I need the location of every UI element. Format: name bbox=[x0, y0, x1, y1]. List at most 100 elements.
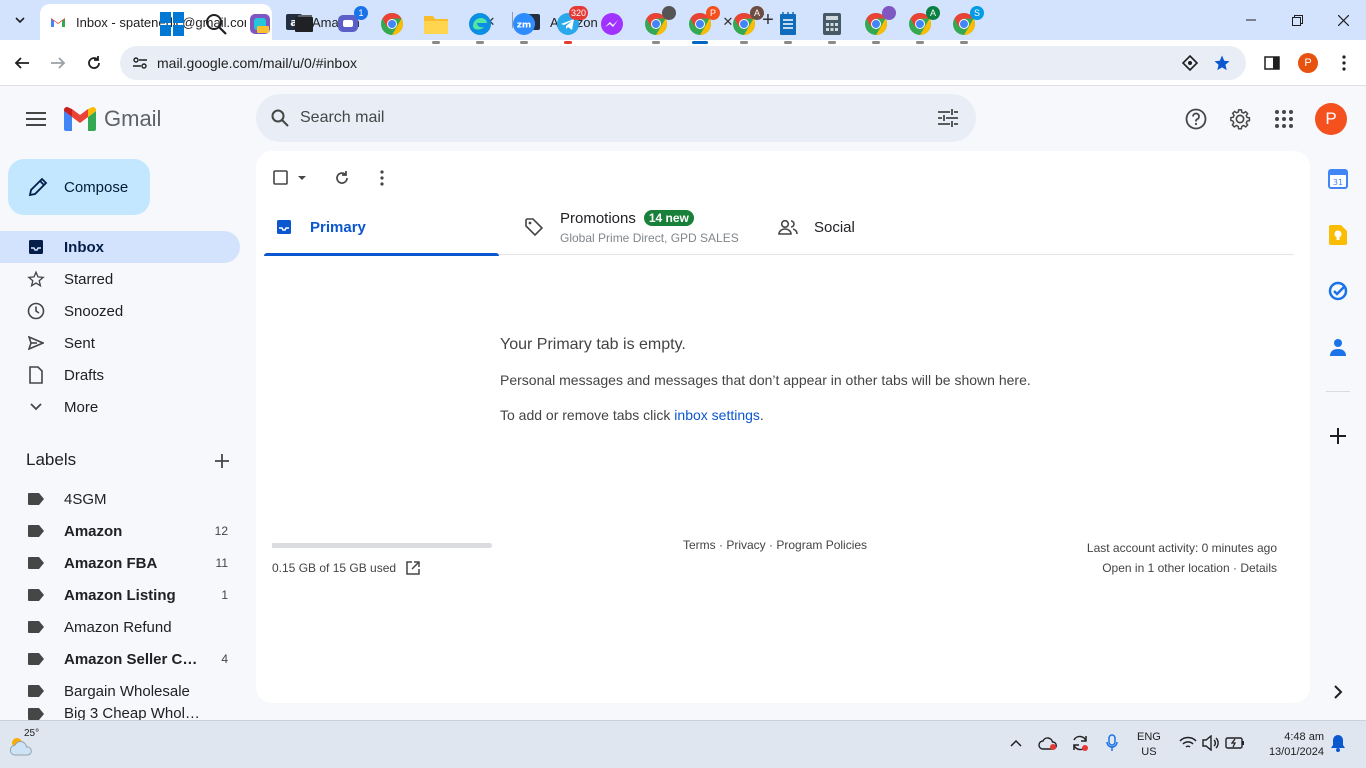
battery-charging-icon bbox=[1225, 737, 1244, 749]
label-item[interactable]: 4SGM bbox=[0, 483, 240, 515]
tab-promotions[interactable]: Promotions 14 new Global Prime Direct, G… bbox=[524, 199, 764, 255]
taskbar-chrome-profile-6[interactable]: S bbox=[948, 6, 984, 44]
label-count: 4 bbox=[221, 652, 228, 666]
tray-onedrive[interactable] bbox=[1037, 732, 1059, 754]
profile-button[interactable]: P bbox=[1296, 51, 1320, 75]
taskbar-chrome-profile-2[interactable]: P bbox=[684, 6, 720, 44]
taskbar-search-button[interactable] bbox=[200, 8, 232, 40]
search-icon bbox=[206, 14, 227, 35]
label-item[interactable]: Amazon FBA 11 bbox=[0, 547, 240, 579]
label-item[interactable]: Big 3 Cheap Wholesale bbox=[0, 707, 240, 720]
restore-button[interactable] bbox=[1274, 0, 1320, 40]
label-item[interactable]: Amazon 12 bbox=[0, 515, 240, 547]
tab-label: Social bbox=[814, 218, 855, 236]
taskbar-chrome[interactable] bbox=[376, 8, 408, 40]
input-language[interactable]: ENG US bbox=[1137, 730, 1161, 760]
gmail-logo[interactable]: Gmail bbox=[64, 106, 161, 132]
open-external-icon[interactable] bbox=[404, 559, 422, 577]
taskbar-chrome-profile-1[interactable] bbox=[640, 6, 676, 44]
search-options-icon[interactable] bbox=[936, 106, 960, 130]
label-item[interactable]: Amazon Seller Cen... 4 bbox=[0, 643, 240, 675]
arrow-right-icon bbox=[51, 57, 66, 69]
details-link[interactable]: Details bbox=[1240, 561, 1277, 575]
tray-volume[interactable] bbox=[1200, 732, 1222, 754]
address-bar[interactable]: mail.google.com/mail/u/0/#inbox bbox=[120, 46, 1246, 80]
nav-item-more[interactable]: More bbox=[0, 391, 240, 423]
taskbar-notepad[interactable] bbox=[772, 8, 804, 44]
keep-app-button[interactable] bbox=[1326, 223, 1350, 247]
tasks-app-button[interactable] bbox=[1326, 279, 1350, 303]
tray-sync[interactable] bbox=[1069, 732, 1091, 754]
side-panel-button[interactable] bbox=[1260, 51, 1284, 75]
privacy-link[interactable]: Privacy bbox=[726, 538, 765, 552]
compose-button[interactable]: Compose bbox=[8, 159, 150, 215]
browser-menu-button[interactable] bbox=[1332, 51, 1356, 75]
taskbar-copilot[interactable] bbox=[244, 8, 276, 40]
label-item[interactable]: Amazon Listing 1 bbox=[0, 579, 240, 611]
tray-microphone[interactable] bbox=[1101, 732, 1123, 754]
taskbar-chrome-profile-3[interactable]: A bbox=[728, 6, 764, 44]
google-apps-button[interactable] bbox=[1272, 107, 1296, 131]
nav-item-inbox[interactable]: Inbox bbox=[0, 231, 240, 263]
account-avatar[interactable]: P bbox=[1315, 103, 1347, 135]
nav-item-starred[interactable]: Starred bbox=[0, 263, 240, 295]
taskbar-telegram[interactable]: 320 bbox=[552, 6, 588, 44]
start-button[interactable] bbox=[156, 8, 188, 40]
get-addons-button[interactable] bbox=[1326, 424, 1350, 448]
tab-primary[interactable]: Primary bbox=[264, 199, 499, 256]
taskbar-teams[interactable]: 1 bbox=[332, 6, 368, 40]
tray-wifi[interactable] bbox=[1177, 732, 1199, 754]
tab-search-button[interactable] bbox=[6, 7, 34, 33]
search-input[interactable]: Search mail bbox=[300, 109, 384, 127]
taskbar-zoom[interactable]: zm bbox=[508, 8, 540, 44]
extension-icon[interactable] bbox=[1180, 53, 1200, 73]
taskbar-edge[interactable] bbox=[464, 8, 496, 44]
profile-badge-photo bbox=[662, 6, 676, 20]
show-side-panel-button[interactable] bbox=[1326, 680, 1350, 704]
notifications-button[interactable] bbox=[1327, 732, 1349, 754]
taskbar-file-explorer[interactable] bbox=[420, 8, 452, 44]
close-window-button[interactable] bbox=[1320, 0, 1366, 40]
taskbar-messenger[interactable] bbox=[596, 8, 628, 40]
inbox-settings-link[interactable]: inbox settings bbox=[674, 407, 760, 423]
select-all-checkbox[interactable] bbox=[268, 164, 310, 192]
nav-item-snoozed[interactable]: Snoozed bbox=[0, 295, 240, 327]
support-button[interactable] bbox=[1184, 107, 1208, 131]
search-bar[interactable]: Search mail bbox=[256, 94, 976, 142]
show-hidden-icons-button[interactable] bbox=[1005, 732, 1027, 754]
weather-widget[interactable]: 25° bbox=[8, 726, 48, 762]
label-count: 11 bbox=[215, 556, 228, 570]
label-item[interactable]: Amazon Refund bbox=[0, 611, 240, 643]
create-label-button[interactable] bbox=[210, 449, 234, 473]
taskbar-chrome-profile-5[interactable]: A bbox=[904, 6, 940, 44]
windows-taskbar bbox=[0, 720, 1366, 768]
main-menu-button[interactable] bbox=[20, 103, 52, 135]
back-button[interactable] bbox=[8, 49, 36, 77]
tray-battery[interactable] bbox=[1224, 732, 1246, 754]
taskbar-calculator[interactable] bbox=[816, 8, 848, 44]
label-name: Amazon Listing bbox=[64, 586, 176, 604]
contacts-app-button[interactable] bbox=[1326, 335, 1350, 359]
refresh-button[interactable] bbox=[328, 164, 356, 192]
nav-item-sent[interactable]: Sent bbox=[0, 327, 240, 359]
label-item[interactable]: Bargain Wholesale bbox=[0, 675, 240, 707]
apps-grid-icon bbox=[1275, 110, 1293, 128]
calendar-app-button[interactable]: 31 bbox=[1326, 167, 1350, 191]
minimize-button[interactable] bbox=[1228, 0, 1274, 40]
settings-button[interactable] bbox=[1228, 107, 1252, 131]
nav-item-drafts[interactable]: Drafts bbox=[0, 359, 240, 391]
reload-button[interactable] bbox=[80, 49, 108, 77]
program-policies-link[interactable]: Program Policies bbox=[776, 538, 867, 552]
taskbar-task-view[interactable] bbox=[288, 8, 320, 40]
profile-badge: A bbox=[926, 6, 940, 20]
search-icon[interactable] bbox=[268, 106, 292, 130]
more-actions-button[interactable] bbox=[368, 164, 396, 192]
bookmark-star-icon[interactable] bbox=[1212, 53, 1232, 73]
running-indicator bbox=[652, 41, 660, 44]
taskbar-clock[interactable]: 4:48 am 13/01/2024 bbox=[1258, 730, 1324, 760]
forward-button[interactable] bbox=[44, 49, 72, 77]
terms-link[interactable]: Terms bbox=[683, 538, 716, 552]
taskbar-chrome-profile-4[interactable] bbox=[860, 6, 896, 44]
tab-social[interactable]: Social bbox=[778, 199, 1018, 255]
site-info-icon[interactable] bbox=[130, 53, 150, 73]
